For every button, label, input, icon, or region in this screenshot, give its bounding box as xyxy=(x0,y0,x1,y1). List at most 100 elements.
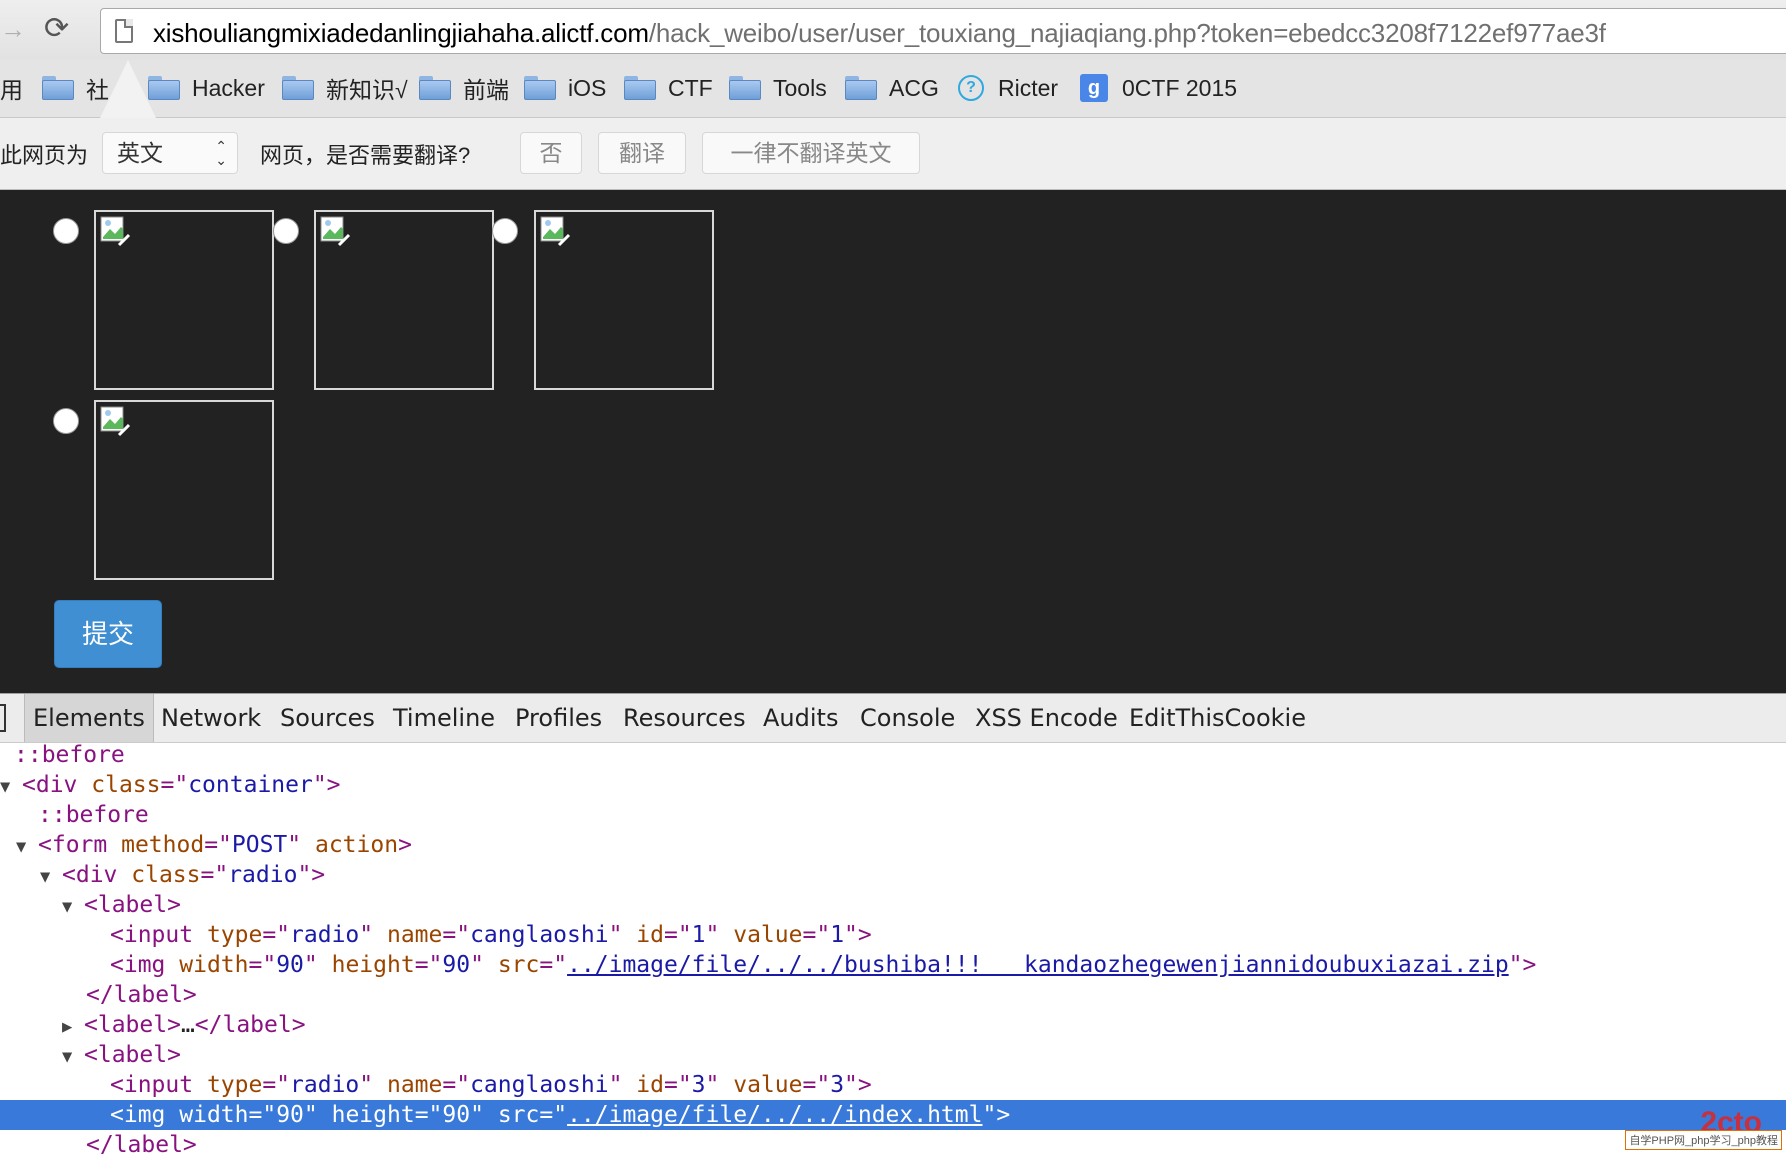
tag-close: "> xyxy=(844,922,872,948)
attr-eq: =" xyxy=(663,1072,692,1098)
bookmark-0ctf-2015[interactable]: g 0CTF 2015 xyxy=(1080,72,1237,104)
bookmark-partial[interactable]: 用 xyxy=(0,72,23,104)
bookmark-label: 0CTF 2015 xyxy=(1122,74,1238,101)
tab-network[interactable]: Network xyxy=(161,694,261,742)
expand-triangle-icon[interactable]: ▼ xyxy=(62,1042,84,1072)
bookmark-folder-social[interactable]: 社 xyxy=(42,72,109,104)
attr-name: value xyxy=(733,1072,803,1098)
expand-triangle-icon[interactable]: ▼ xyxy=(16,832,38,862)
avatar-radio-1[interactable] xyxy=(53,218,79,244)
tab-sources[interactable]: Sources xyxy=(280,694,375,742)
attr-eq: =" xyxy=(204,832,232,858)
tab-timeline[interactable]: Timeline xyxy=(393,694,495,742)
attr-eq: =" xyxy=(248,1102,277,1128)
attr-eq: =" xyxy=(802,1072,831,1098)
tree-line-input-1[interactable]: <input type="radio" name="canglaoshi" id… xyxy=(110,920,872,950)
folder-icon xyxy=(845,76,877,100)
avatar-image-2[interactable] xyxy=(314,210,494,390)
url-input[interactable]: xishouliangmixiadedanlingjiahaha.alictf.… xyxy=(100,8,1786,54)
bookmark-label: CTF xyxy=(668,74,713,101)
tree-line-before-2[interactable]: ::before xyxy=(38,800,149,830)
tab-audits[interactable]: Audits xyxy=(763,694,838,742)
language-select[interactable]: 英文 ⌃ ⌄ xyxy=(102,132,238,174)
attr-name: src xyxy=(497,952,540,978)
translate-button[interactable]: 翻译 xyxy=(598,132,686,174)
reload-icon[interactable]: ⟳ xyxy=(44,14,74,44)
tree-line-before[interactable]: ::before xyxy=(14,743,125,770)
ricter-site-icon: ? xyxy=(958,75,984,101)
tree-line-label-close-3[interactable]: </label> xyxy=(86,1130,197,1156)
tag-open: <img xyxy=(110,952,180,978)
tree-line-input-3[interactable]: <input type="radio" name="canglaoshi" id… xyxy=(110,1070,872,1100)
tree-line-div-container[interactable]: ▼ <div class="container"> xyxy=(0,770,341,800)
tab-resources[interactable]: Resources xyxy=(623,694,746,742)
bookmark-folder-frontend[interactable]: 前端 xyxy=(419,72,509,104)
collapsed-triangle-icon[interactable]: ▶ xyxy=(62,1012,84,1042)
tab-console[interactable]: Console xyxy=(860,694,955,742)
url-text[interactable]: xishouliangmixiadedanlingjiahaha.alictf.… xyxy=(153,18,1606,49)
translate-infobar: 此网页为 英文 ⌃ ⌄ 网页，是否需要翻译? 否 翻译 一律不翻译英文 xyxy=(0,118,1786,190)
address-toolbar: → ⟳ xishouliangmixiadedanlingjiahaha.ali… xyxy=(0,0,1786,60)
folder-icon xyxy=(524,76,556,100)
avatar-radio-4[interactable] xyxy=(53,408,79,434)
expand-triangle-icon[interactable]: ▼ xyxy=(0,772,22,802)
tree-line-img-1[interactable]: <img width="90" height="90" src="../imag… xyxy=(110,950,1536,980)
bookmark-label: 新知识√ xyxy=(326,77,408,103)
tab-elements[interactable]: Elements xyxy=(24,694,154,742)
avatar-image-1[interactable] xyxy=(94,210,274,390)
tree-line-img-3-selected[interactable]: <img width="90" height="90" src="../imag… xyxy=(0,1100,1786,1130)
watermark: 2cto 自学PHP网_php学习_php教程 xyxy=(1604,1106,1782,1150)
never-translate-button[interactable]: 一律不翻译英文 xyxy=(702,132,920,174)
bookmark-folder-ios[interactable]: iOS xyxy=(524,72,606,104)
avatar-image-4[interactable] xyxy=(94,400,274,580)
tab-editthiscookie[interactable]: EditThisCookie xyxy=(1129,694,1306,742)
folder-icon xyxy=(282,76,314,100)
ellipsis[interactable]: … xyxy=(181,1012,195,1038)
tree-line-div-radio[interactable]: ▼ <div class="radio"> xyxy=(40,860,325,890)
broken-image-icon xyxy=(320,216,351,247)
tree-line-label-close[interactable]: </label> xyxy=(86,980,197,1010)
avatar-radio-2[interactable] xyxy=(273,218,299,244)
select-arrows-icon: ⌃ ⌄ xyxy=(215,138,227,168)
attr-quote: " xyxy=(303,952,332,978)
tree-line-label-collapsed[interactable]: ▶ <label>…</label> xyxy=(62,1010,306,1040)
attr-name: name xyxy=(386,1072,443,1098)
attr-name: name xyxy=(386,922,443,948)
dock-icon[interactable] xyxy=(0,704,6,732)
tree-line-label-open-3[interactable]: ▼ <label> xyxy=(62,1040,181,1070)
elements-tree: ::before ▼ <div class="container"> ::befo… xyxy=(0,743,1786,1156)
expand-triangle-icon[interactable]: ▼ xyxy=(62,892,84,922)
folder-icon xyxy=(729,76,761,100)
bookmark-folder-ctf[interactable]: CTF xyxy=(624,72,713,104)
expand-triangle-icon[interactable]: ▼ xyxy=(40,862,62,892)
bookmark-folder-acg[interactable]: ACG xyxy=(845,72,939,104)
avatar-radio-3[interactable] xyxy=(492,218,518,244)
bookmark-ricter[interactable]: ? Ricter xyxy=(958,72,1058,104)
bookmark-label: Ricter xyxy=(998,74,1059,101)
no-button[interactable]: 否 xyxy=(520,132,582,174)
tab-profiles[interactable]: Profiles xyxy=(515,694,602,742)
tree-line-label-open[interactable]: ▼ <label> xyxy=(62,890,181,920)
tab-xss-encode[interactable]: XSS Encode xyxy=(975,694,1118,742)
bookmark-folder-new-knowledge[interactable]: 新知识√ xyxy=(282,72,408,104)
bookmark-folder-hacker[interactable]: Hacker xyxy=(148,72,265,104)
attr-eq: =" xyxy=(442,922,471,948)
attr-value: 3 xyxy=(691,1072,706,1098)
url-host: xishouliangmixiadedanlingjiahaha.alictf.… xyxy=(153,18,649,48)
attr-quote: " xyxy=(608,1072,637,1098)
attr-eq: =" xyxy=(663,922,692,948)
forward-arrow-icon[interactable]: → xyxy=(0,16,26,42)
avatar-image-3[interactable] xyxy=(534,210,714,390)
attr-quote: " xyxy=(705,922,734,948)
bookmark-label: iOS xyxy=(568,74,607,101)
attr-name: type xyxy=(206,922,263,948)
bookmark-folder-tools[interactable]: Tools xyxy=(729,72,827,104)
bookmark-label: Tools xyxy=(773,74,827,101)
submit-button[interactable]: 提交 xyxy=(54,600,162,668)
attr-eq: =" xyxy=(802,922,831,948)
src-link[interactable]: ../image/file/../../bushiba!!! kandaozhe… xyxy=(567,952,1509,978)
attr-eq: =" xyxy=(160,772,189,798)
attr-quote: " xyxy=(470,952,498,978)
src-link[interactable]: ../image/file/../../index.html xyxy=(567,1102,982,1128)
tree-line-form[interactable]: ▼ <form method="POST" action> xyxy=(16,830,412,860)
